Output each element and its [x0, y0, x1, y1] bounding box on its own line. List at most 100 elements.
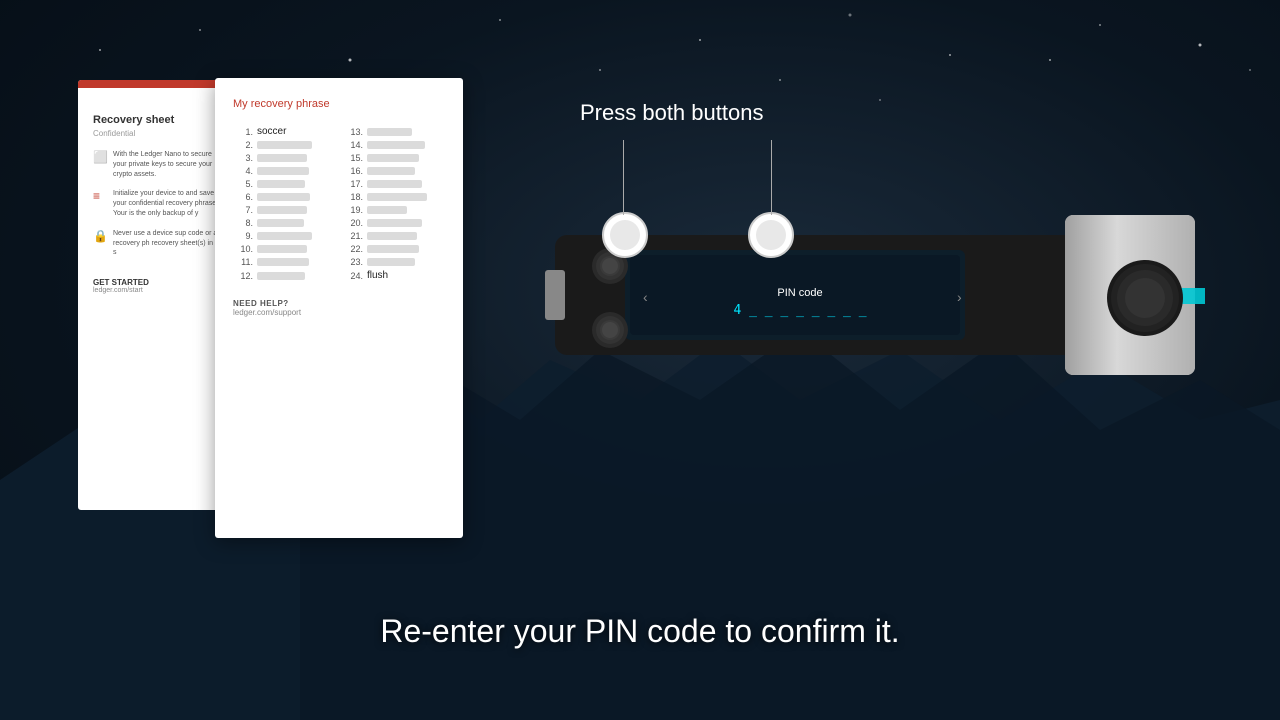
- right-button-indicator-line: [771, 140, 772, 215]
- word-blur: [257, 206, 307, 214]
- lock-icon: 🔒: [93, 229, 107, 243]
- sheet-section-2-text: Initialize your device to and save your …: [113, 189, 223, 218]
- word-text: flush: [367, 270, 388, 281]
- word-number: 13.: [343, 127, 363, 137]
- svg-text:‹: ‹: [643, 289, 648, 305]
- word-row: 10.: [233, 244, 335, 254]
- word-number: 10.: [233, 244, 253, 254]
- word-blur: [257, 219, 304, 227]
- word-blur: [257, 154, 307, 162]
- word-blur: [367, 167, 415, 175]
- word-blur: [257, 245, 307, 253]
- press-both-buttons-label: Press both buttons: [580, 100, 763, 126]
- word-number: 16.: [343, 166, 363, 176]
- word-number: 9.: [233, 231, 253, 241]
- word-blur: [367, 154, 419, 162]
- word-row: 12.: [233, 270, 335, 281]
- word-row: 2.: [233, 140, 335, 150]
- word-row: 5.: [233, 179, 335, 189]
- word-blur: [257, 232, 312, 240]
- left-button-circle: [600, 210, 650, 260]
- word-row: 7.: [233, 205, 335, 215]
- word-blur: [257, 180, 305, 188]
- get-started-label: GET STARTED: [93, 278, 223, 287]
- word-row: 23.: [343, 257, 445, 267]
- svg-text:›: ›: [957, 289, 962, 305]
- word-blur: [367, 219, 422, 227]
- word-blur: [367, 206, 407, 214]
- word-number: 5.: [233, 179, 253, 189]
- need-help-link: ledger.com/support: [233, 308, 445, 317]
- word-blur: [367, 141, 425, 149]
- word-row: 13.: [343, 126, 445, 137]
- word-number: 15.: [343, 153, 363, 163]
- sheet-section-1-text: With the Ledger Nano to secure your priv…: [113, 150, 223, 179]
- sheet-section-3: 🔒 Never use a device sup code or a recov…: [93, 229, 223, 258]
- chip-icon: ⬜: [93, 150, 107, 164]
- word-number: 7.: [233, 205, 253, 215]
- word-grid: 1.soccer 13. 2. 14. 3. 15. 4. 16. 5. 17. 6. 18. 7. 19…: [233, 126, 445, 281]
- word-row: 18.: [343, 192, 445, 202]
- word-number: 12.: [233, 271, 253, 281]
- word-row: 4.: [233, 166, 335, 176]
- word-number: 8.: [233, 218, 253, 228]
- word-number: 3.: [233, 153, 253, 163]
- word-number: 4.: [233, 166, 253, 176]
- word-text: soccer: [257, 126, 286, 137]
- word-row: 20.: [343, 218, 445, 228]
- word-number: 2.: [233, 140, 253, 150]
- word-row: 8.: [233, 218, 335, 228]
- word-row: 22.: [343, 244, 445, 254]
- word-blur: [257, 272, 305, 280]
- word-blur: [257, 141, 312, 149]
- word-blur: [257, 167, 309, 175]
- sheet-title: Recovery sheet: [93, 114, 223, 126]
- word-number: 14.: [343, 140, 363, 150]
- word-number: 17.: [343, 179, 363, 189]
- right-button-circle: [746, 210, 796, 260]
- word-row: 16.: [343, 166, 445, 176]
- svg-text:PIN code: PIN code: [777, 287, 822, 299]
- word-row: 9.: [233, 231, 335, 241]
- word-blur: [367, 128, 412, 136]
- word-blur: [367, 232, 417, 240]
- need-help-label: NEED HELP?: [233, 299, 445, 308]
- word-row: 6.: [233, 192, 335, 202]
- recovery-phrase-paper: My recovery phrase 1.soccer 13. 2. 14. 3. 15.…: [215, 78, 463, 538]
- word-number: 22.: [343, 244, 363, 254]
- word-number: 6.: [233, 192, 253, 202]
- red-accent-bar: [78, 80, 238, 88]
- sheet-subtitle: Confidential: [93, 129, 223, 138]
- word-number: 21.: [343, 231, 363, 241]
- sheet-section-2: ≡ Initialize your device to and save you…: [93, 189, 223, 218]
- word-blur: [257, 258, 309, 266]
- svg-text:4 _ _ _ _ _ _ _ _: 4 _ _ _ _ _ _ _ _: [733, 303, 866, 318]
- recovery-sheet-background: Recovery sheet Confidential ⬜ With the L…: [78, 80, 238, 510]
- left-button-indicator-line: [623, 140, 624, 215]
- word-blur: [367, 193, 427, 201]
- word-number: 11.: [233, 257, 253, 267]
- word-row: 14.: [343, 140, 445, 150]
- word-row: 11.: [233, 257, 335, 267]
- list-icon: ≡: [93, 189, 107, 203]
- word-blur: [257, 193, 310, 201]
- sheet-section-3-text: Never use a device sup code or a recover…: [113, 229, 223, 258]
- word-blur: [367, 180, 422, 188]
- word-number: 23.: [343, 257, 363, 267]
- word-blur: [367, 245, 419, 253]
- word-row: 15.: [343, 153, 445, 163]
- sheet-link: ledger.com/start: [93, 287, 223, 294]
- word-row: 1.soccer: [233, 126, 335, 137]
- word-number: 18.: [343, 192, 363, 202]
- word-row: 21.: [343, 231, 445, 241]
- word-number: 20.: [343, 218, 363, 228]
- need-help-section: NEED HELP? ledger.com/support: [233, 299, 445, 317]
- word-row: 24. flush: [343, 270, 445, 281]
- word-number: 19.: [343, 205, 363, 215]
- sheet-section-1: ⬜ With the Ledger Nano to secure your pr…: [93, 150, 223, 179]
- bottom-caption: Re-enter your PIN code to confirm it.: [0, 613, 1280, 650]
- word-number: 24.: [343, 271, 363, 281]
- paper-title: My recovery phrase: [233, 98, 445, 110]
- word-row: 17.: [343, 179, 445, 189]
- word-blur: [367, 258, 415, 266]
